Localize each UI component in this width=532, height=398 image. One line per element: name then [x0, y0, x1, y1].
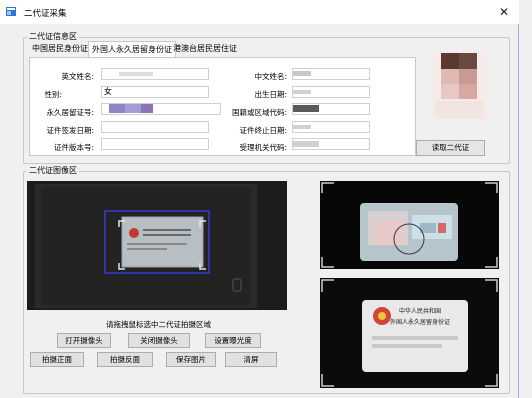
- shoot-front-button[interactable]: 拍摄正面: [30, 352, 84, 367]
- set-exposure-button[interactable]: 设置曝光度: [205, 333, 261, 348]
- camera-preview[interactable]: [27, 181, 287, 310]
- permit-number-redaction: [125, 104, 141, 113]
- save-image-button[interactable]: 保存图片: [166, 352, 216, 367]
- chinese-name-redaction: [293, 71, 311, 76]
- chinese-name-label: 中文姓名:: [254, 72, 287, 81]
- version-field[interactable]: [101, 138, 209, 150]
- version-label: 证件版本号:: [53, 143, 94, 152]
- expiry-date-redaction: [293, 125, 311, 129]
- tab-foreigner-permanent-residence-id[interactable]: 外国人永久居留身份证: [88, 41, 176, 58]
- birth-date-label: 出生日期:: [254, 90, 287, 99]
- tab-chinese-resident-id[interactable]: 中国居民身份证: [29, 41, 91, 57]
- capture-area-hint: 请拖拽鼠标选中二代证拍摄区域: [106, 320, 211, 329]
- card-back-title-text: 外国人永久居留身份证: [390, 318, 450, 326]
- close-camera-button[interactable]: 关闭摄像头: [128, 333, 190, 348]
- gender-field[interactable]: 女: [101, 86, 209, 98]
- nationality-code-redaction: [293, 105, 319, 112]
- desktop-background-right: [518, 0, 532, 398]
- tab-hk-macao-taiwan-residence-permit[interactable]: 港澳台居民居住证: [170, 41, 240, 57]
- permit-number-label: 永久居留证号:: [46, 108, 94, 117]
- english-name-field[interactable]: [101, 68, 209, 80]
- birth-date-redaction: [293, 90, 311, 94]
- authority-code-label: 受理机关代码:: [239, 143, 287, 152]
- gender-label: 性别:: [44, 90, 62, 99]
- issue-date-field[interactable]: [101, 121, 209, 133]
- title-bar[interactable]: 二代证采集 ✕: [0, 0, 519, 24]
- id-card-capture-window: 二代证采集 ✕ 二代证信息区 中国居民身份证 外国人永久居留身份证 港澳台居民居…: [0, 0, 519, 398]
- issue-date-label: 证件签发日期:: [46, 126, 94, 135]
- expiry-date-label: 证件终止日期:: [239, 126, 287, 135]
- card-back-country-text: 中华人民共和国: [399, 307, 441, 315]
- nationality-code-label: 国籍或区域代码:: [231, 108, 287, 117]
- authority-code-redaction: [293, 141, 319, 147]
- image-group-legend: 二代证图像区: [27, 165, 79, 176]
- clear-screen-button[interactable]: 清屏: [225, 352, 277, 367]
- read-id-card-button[interactable]: 读取二代证: [416, 140, 485, 156]
- id-photo: [431, 51, 487, 120]
- permit-number-redaction: [141, 104, 153, 113]
- open-camera-button[interactable]: 打开摄像头: [57, 333, 111, 348]
- english-name-redaction: [119, 72, 153, 76]
- shoot-back-button[interactable]: 拍摄反面: [97, 352, 153, 367]
- close-icon[interactable]: ✕: [493, 4, 515, 20]
- permit-number-redaction: [109, 104, 125, 113]
- app-icon: [6, 7, 16, 16]
- window-title: 二代证采集: [24, 9, 67, 19]
- card-front-image: [320, 181, 499, 269]
- english-name-label: 英文姓名:: [61, 72, 94, 81]
- tab-content-panel: 英文姓名: 性别: 女 永久居留证号: 证件签发日期: 证件版本号: 中文姓名:…: [29, 57, 416, 156]
- card-back-image: 中华人民共和国 外国人永久居留身份证: [320, 278, 499, 388]
